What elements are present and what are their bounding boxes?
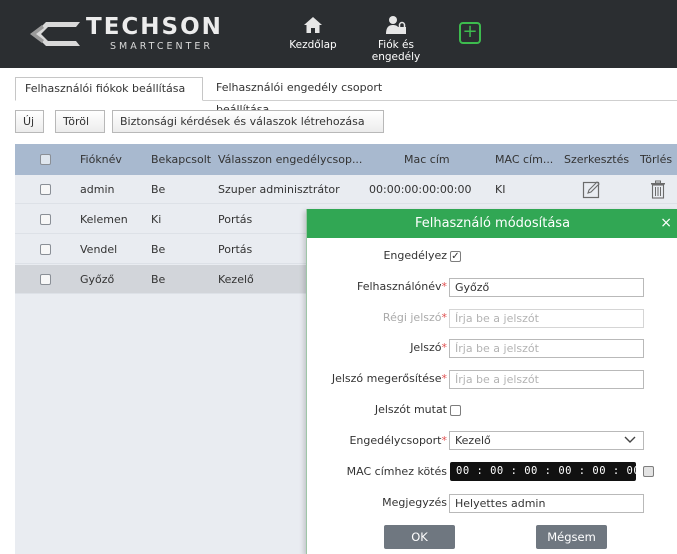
delete-user-button[interactable]: Töröl — [55, 110, 105, 133]
column-header-edit: Szerkesztés — [564, 153, 630, 166]
username-label: Felhasználónév* — [357, 280, 447, 293]
required-mark: * — [441, 311, 448, 324]
confirm-password-label: Jelszó megerősítése* — [332, 372, 447, 385]
dialog-title-bar: Felhasználó módosítása × — [307, 209, 677, 238]
app-header: TECHSON SMARTCENTER Kezdőlap Fiók és eng… — [0, 0, 677, 68]
enable-checkbox[interactable]: ✓ — [450, 251, 461, 262]
techson-logo: TECHSON SMARTCENTER — [28, 12, 268, 52]
chevron-down-icon — [624, 436, 636, 443]
mac-binding-checkbox[interactable] — [643, 466, 654, 477]
plus-icon: + — [462, 21, 478, 42]
dialog-title: Felhasználó módosítása — [414, 216, 571, 231]
settings-tabs: Felhasználói fiókok beállítása Felhaszná… — [15, 77, 677, 116]
tab-user-accounts[interactable]: Felhasználói fiókok beállítása — [15, 77, 203, 101]
required-mark: * — [441, 434, 448, 447]
password-input[interactable]: Írja be a jelszót — [449, 339, 644, 358]
row-checkbox[interactable] — [40, 214, 51, 225]
cell-enabled: Be — [151, 243, 166, 256]
old-password-label-text: Régi jelszó — [382, 311, 442, 324]
row-checkbox[interactable] — [40, 244, 51, 255]
cancel-button[interactable]: Mégsem — [536, 525, 607, 549]
mac-binding-label: MAC címhez kötés — [346, 465, 447, 478]
permission-group-select[interactable]: Kezelő — [449, 431, 644, 450]
add-menu-button[interactable]: + — [459, 22, 481, 44]
nav-account-label: Fiók és engedély — [371, 39, 421, 63]
logo-text: TECHSON — [86, 14, 223, 40]
cell-permission-group: Szuper adminisztrátor — [218, 183, 340, 196]
cell-enabled: Be — [151, 183, 166, 196]
cell-account-name: admin — [80, 183, 115, 196]
close-icon[interactable]: × — [660, 209, 672, 238]
tab-permission-groups[interactable]: Felhasználói engedély csoport beállítása — [207, 77, 447, 116]
cell-mac-binding: KI — [495, 183, 506, 196]
table-row[interactable]: admin Be Szuper adminisztrátor 00:00:00:… — [15, 175, 677, 204]
username-input[interactable]: Győző — [449, 278, 644, 297]
cell-account-name: Vendel — [80, 243, 118, 256]
mac-address-input[interactable]: 00 : 00 : 00 : 00 : 00 : 00 — [450, 462, 640, 481]
logo-mark-icon — [30, 22, 80, 46]
nav-home-label: Kezdőlap — [289, 39, 337, 51]
old-password-input[interactable]: Írja be a jelszót — [449, 309, 644, 328]
cell-account-name: Kelemen — [80, 213, 128, 226]
cell-mac-address: 00:00:00:00:00:00 — [369, 183, 472, 196]
enable-label: Engedélyez — [383, 249, 447, 262]
show-password-label: Jelszót mutat — [374, 403, 447, 416]
security-questions-button[interactable]: Biztonsági kérdések és válaszok létrehoz… — [112, 110, 384, 133]
select-all-checkbox[interactable] — [40, 154, 51, 165]
nav-home[interactable]: Kezdőlap — [283, 14, 343, 51]
edit-user-dialog: Felhasználó módosítása × Engedélyez ✓ Fe… — [306, 209, 677, 554]
note-label: Megjegyzés — [382, 496, 447, 509]
cell-enabled: Ki — [151, 213, 162, 226]
username-label-text: Felhasználónév — [356, 280, 442, 293]
new-user-button[interactable]: Új — [15, 110, 44, 133]
required-mark: * — [441, 372, 448, 385]
cell-account-name: Győző — [80, 273, 115, 286]
permission-group-label-text: Engedélycsoport — [349, 434, 442, 447]
column-header-enabled[interactable]: Bekapcsolt — [151, 144, 211, 175]
note-input[interactable]: Helyettes admin — [449, 494, 644, 513]
show-password-checkbox[interactable] — [450, 405, 461, 416]
cell-permission-group: Portás — [218, 213, 253, 226]
column-header-permission-group[interactable]: Válasszon engedélycsop... — [218, 144, 363, 175]
ok-button[interactable]: OK — [384, 525, 455, 549]
table-header: Fióknév Bekapcsolt Válasszon engedélycso… — [15, 144, 677, 175]
row-checkbox[interactable] — [40, 274, 51, 285]
old-password-label: Régi jelszó* — [383, 311, 447, 324]
home-icon — [304, 17, 322, 33]
required-mark: * — [441, 341, 448, 354]
password-label: Jelszó* — [410, 341, 447, 354]
cell-permission-group: Kezelő — [218, 273, 254, 286]
logo-subtext: SMARTCENTER — [110, 41, 214, 52]
required-mark: * — [441, 280, 448, 293]
password-label-text: Jelszó — [410, 341, 442, 354]
edit-icon[interactable] — [582, 180, 601, 199]
column-header-delete: Törlés — [640, 153, 673, 166]
cell-permission-group: Portás — [218, 243, 253, 256]
user-lock-icon — [386, 16, 406, 34]
column-header-account-name[interactable]: Fióknév — [80, 144, 122, 175]
nav-account-permission[interactable]: Fiók és engedély — [356, 14, 436, 63]
confirm-password-input[interactable]: Írja be a jelszót — [449, 370, 644, 389]
confirm-password-label-text: Jelszó megerősítése — [331, 372, 442, 385]
permission-group-value: Kezelő — [455, 434, 491, 447]
column-header-mac-address[interactable]: Mac cím — [404, 144, 450, 175]
permission-group-label: Engedélycsoport* — [349, 434, 447, 447]
trash-icon[interactable] — [650, 180, 666, 199]
row-checkbox[interactable] — [40, 184, 51, 195]
column-header-mac-binding[interactable]: MAC cím... — [495, 144, 563, 175]
cell-enabled: Be — [151, 273, 166, 286]
